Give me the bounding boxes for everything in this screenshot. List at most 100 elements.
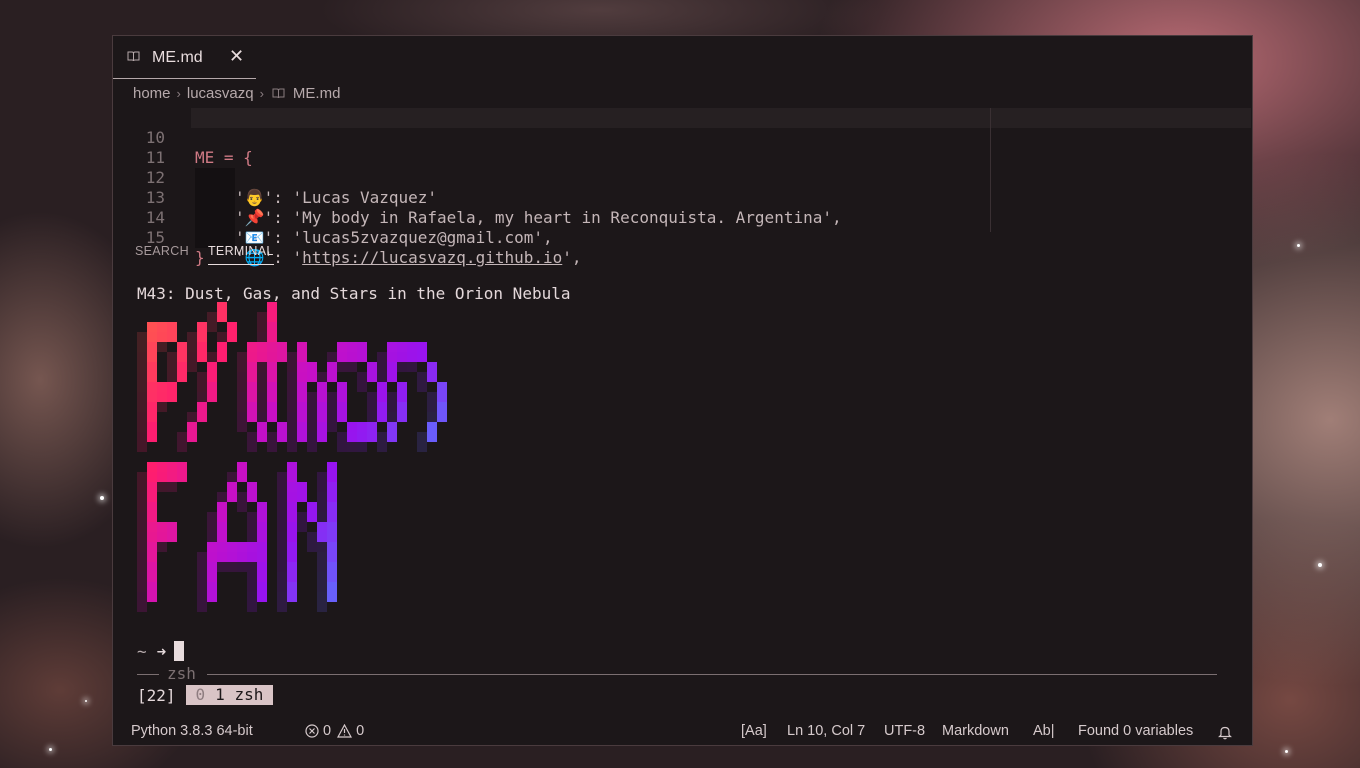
ascii-block	[147, 562, 157, 582]
prompt-directory: ~	[137, 641, 147, 661]
close-icon[interactable]: ✕	[229, 46, 244, 67]
ascii-block	[287, 562, 297, 582]
ascii-block	[247, 402, 257, 422]
ascii-block	[167, 322, 177, 342]
star	[100, 496, 104, 500]
ascii-block	[327, 502, 337, 522]
ascii-shadow-block	[327, 412, 337, 432]
ascii-block	[267, 402, 277, 422]
ascii-block	[287, 582, 297, 602]
ascii-shadow-block	[137, 552, 147, 572]
current-line-highlight	[191, 108, 1251, 128]
ascii-shadow-block	[167, 352, 177, 372]
tab-me-md[interactable]: ME.md ✕	[113, 36, 256, 79]
ascii-shadow-block	[277, 552, 287, 572]
ascii-block	[177, 362, 187, 382]
ascii-block	[227, 322, 237, 342]
ascii-shadow-block	[137, 372, 147, 392]
match-case-toggle[interactable]: [Aa]	[741, 723, 767, 739]
encoding[interactable]: UTF-8	[884, 723, 925, 739]
ascii-block	[147, 402, 157, 422]
tmux-window[interactable]: 0 1 zsh	[185, 685, 274, 705]
ascii-block	[397, 402, 407, 422]
variables-status[interactable]: Found 0 variables	[1078, 723, 1193, 739]
pushpin-emoji: 📌	[244, 208, 265, 227]
ascii-block	[147, 362, 157, 382]
arrow-icon: ➜	[156, 641, 167, 661]
ascii-shadow-block	[307, 412, 317, 432]
ascii-shadow-block	[157, 332, 167, 352]
ascii-shadow-block	[317, 532, 327, 552]
ascii-shadow-block	[257, 352, 267, 372]
ascii-block	[267, 322, 277, 342]
ascii-shadow-block	[157, 472, 167, 492]
ab-indicator[interactable]: Ab|	[1033, 723, 1055, 739]
code-line: 14 '🌐': 'https://lucasvazq.github.io',	[113, 188, 582, 267]
ascii-block	[297, 382, 307, 402]
ascii-block	[147, 482, 157, 502]
language-mode[interactable]: Markdown	[942, 723, 1009, 739]
error-icon	[305, 724, 319, 738]
bell-icon[interactable]	[1218, 725, 1232, 740]
ascii-block	[327, 562, 337, 582]
ascii-block	[207, 562, 217, 582]
tmux-statusline: [22] 0 1 zsh	[137, 684, 274, 706]
ascii-shadow-block	[177, 432, 187, 452]
code-line: 13 '📧': 'lucas5zvazquez@gmail.com',	[113, 168, 553, 247]
ascii-shadow-block	[247, 512, 257, 532]
url-link[interactable]: https://lucasvazq.github.io	[302, 248, 562, 267]
ascii-block	[357, 342, 367, 362]
ascii-block	[287, 502, 297, 522]
ascii-shadow-block	[287, 392, 297, 412]
ascii-shadow-block	[277, 592, 287, 612]
star	[49, 748, 52, 751]
ascii-block	[177, 462, 187, 482]
ascii-block	[207, 382, 217, 402]
ascii-shadow-block	[197, 552, 207, 572]
ascii-shadow-block	[277, 572, 287, 592]
indent-guide	[195, 168, 235, 188]
ascii-block	[327, 542, 337, 562]
problems-indicator[interactable]: 0 0	[305, 723, 364, 739]
ascii-shadow-block	[137, 472, 147, 492]
ascii-block	[337, 382, 347, 402]
code-text: '📌': 'My body in Rafaela, my heart in Re…	[235, 208, 842, 227]
ascii-shadow-block	[237, 392, 247, 412]
ascii-shadow-block	[247, 552, 257, 572]
ascii-block	[147, 542, 157, 562]
breadcrumb-lucasvazq[interactable]: lucasvazq	[187, 85, 254, 102]
star	[1297, 244, 1300, 247]
ascii-shadow-block	[387, 392, 397, 412]
code-editor[interactable]: 10 ME = { 11 '👨': 'Lucas Vazquez' 12 '📌'…	[113, 108, 1253, 267]
ascii-block	[247, 382, 257, 402]
status-bar: Python 3.8.3 64-bit 0 0 [Aa] Ln 10, Col …	[113, 719, 1252, 745]
ascii-block	[257, 542, 267, 562]
ascii-shadow-block	[377, 432, 387, 452]
tab-label: ME.md	[152, 49, 203, 66]
ascii-block	[267, 382, 277, 402]
terminal-cursor	[174, 641, 185, 661]
ascii-block	[327, 462, 337, 482]
python-interpreter[interactable]: Python 3.8.3 64-bit	[131, 723, 253, 739]
ascii-shadow-block	[307, 532, 317, 552]
ascii-block	[387, 362, 397, 382]
ascii-block	[277, 342, 287, 362]
tab-search[interactable]: SEARCH	[135, 244, 189, 258]
book-icon	[272, 88, 285, 98]
shell-prompt[interactable]: ~ ➜	[137, 641, 185, 661]
breadcrumb-home[interactable]: home	[133, 85, 171, 102]
person-emoji: 👨	[244, 188, 265, 207]
ascii-block	[287, 462, 297, 482]
ascii-shadow-block	[137, 592, 147, 612]
ascii-shadow-block	[137, 332, 147, 352]
ascii-block	[377, 402, 387, 422]
tab-terminal[interactable]: TERMINAL	[208, 244, 274, 265]
ascii-shadow-block	[277, 512, 287, 532]
ascii-shadow-block	[137, 392, 147, 412]
ascii-shadow-block	[207, 312, 217, 332]
breadcrumb-file[interactable]: ME.md	[293, 85, 341, 102]
ascii-block	[417, 342, 427, 362]
ascii-shadow-block	[257, 312, 267, 332]
cursor-position[interactable]: Ln 10, Col 7	[787, 723, 865, 739]
warning-icon	[337, 724, 353, 738]
